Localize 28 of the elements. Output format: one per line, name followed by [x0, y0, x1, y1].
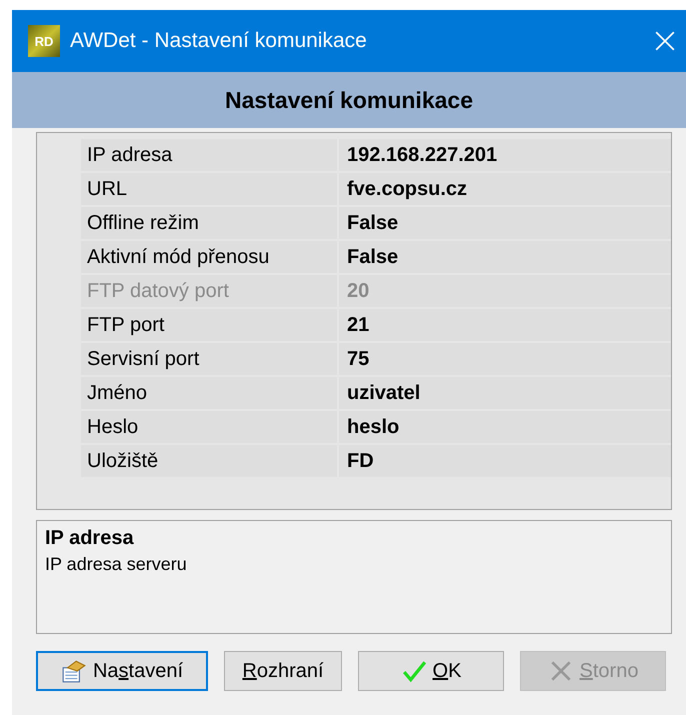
property-name[interactable]: Heslo: [81, 411, 337, 443]
dialog-button[interactable]: Nastavení: [36, 651, 208, 691]
description-title: IP adresa: [45, 527, 135, 550]
property-name[interactable]: FTP port: [81, 309, 337, 341]
app-icon: RD: [28, 25, 60, 57]
dialog-button[interactable]: OK: [358, 651, 504, 691]
property-value[interactable]: fve.copsu.cz: [339, 173, 671, 205]
property-name[interactable]: Aktivní mód přenosu: [81, 241, 337, 273]
property-value[interactable]: heslo: [339, 411, 671, 443]
settings-icon: [60, 658, 87, 684]
window-title: AWDet - Nastavení komunikace: [70, 29, 368, 53]
property-value[interactable]: 21: [339, 309, 671, 341]
property-name[interactable]: Uložiště: [81, 445, 337, 477]
property-name[interactable]: Servisní port: [81, 343, 337, 375]
close-icon[interactable]: [654, 30, 676, 52]
description-text: IP adresa serveru: [45, 554, 188, 575]
property-name[interactable]: URL: [81, 173, 337, 205]
property-name[interactable]: IP adresa: [81, 139, 337, 171]
header-title: Nastavení komunikace: [224, 86, 473, 114]
property-name[interactable]: Offline režim: [81, 207, 337, 239]
property-value[interactable]: FD: [339, 445, 671, 477]
property-value[interactable]: 75: [339, 343, 671, 375]
dialog-button[interactable]: Rozhraní: [224, 651, 342, 691]
property-name[interactable]: Jméno: [81, 377, 337, 409]
property-value[interactable]: False: [339, 207, 671, 239]
property-value[interactable]: 192.168.227.201: [339, 139, 671, 171]
property-value[interactable]: uzivatel: [339, 377, 671, 409]
property-value[interactable]: False: [339, 241, 671, 273]
